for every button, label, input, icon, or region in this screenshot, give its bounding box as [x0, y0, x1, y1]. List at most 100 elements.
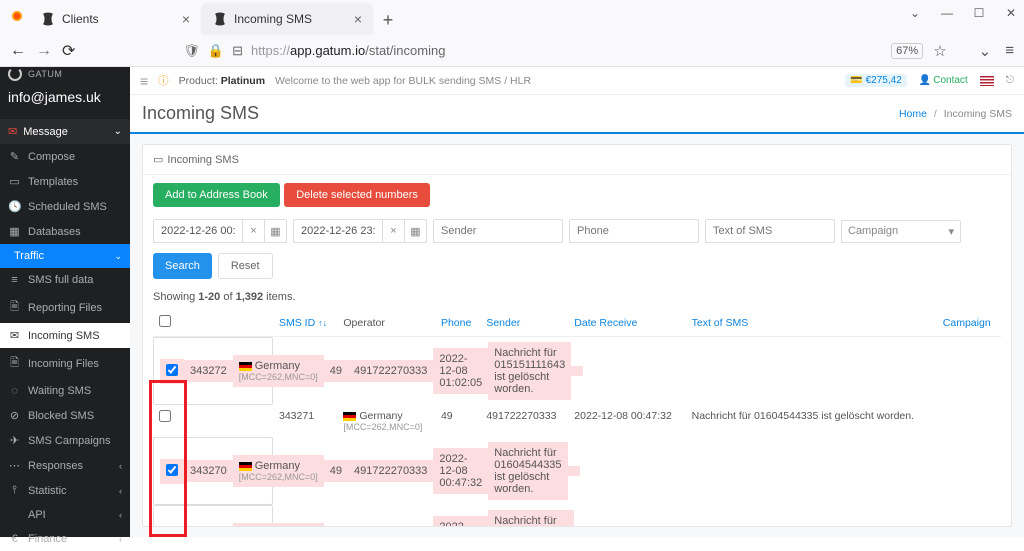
close-window-icon[interactable]: ✕	[1004, 6, 1018, 20]
col-date[interactable]: Date Receive	[568, 309, 685, 337]
text-input[interactable]	[705, 219, 835, 243]
col-smsid[interactable]: SMS ID ↑↓	[273, 309, 337, 337]
campaign-select[interactable]: Campaign▾	[841, 220, 961, 243]
cell-sender: 491722270333	[348, 460, 433, 482]
cell-operator: Germany[MCC=262,MNC=0]	[233, 523, 324, 526]
sidebar-item[interactable]: 🗎Reporting Files	[0, 292, 130, 323]
add-address-book-button[interactable]: Add to Address Book	[153, 183, 280, 207]
cell-sender: 491722270333	[348, 360, 433, 382]
nav-label: Finance	[28, 533, 67, 545]
sidebar-item[interactable]: ▭Templates	[0, 169, 130, 194]
info-icon: ⓘ	[158, 73, 169, 88]
zoom-level[interactable]: 67%	[891, 43, 923, 59]
chevron-left-icon: ‹	[119, 486, 122, 496]
row-checkbox[interactable]	[166, 364, 178, 376]
col-text[interactable]: Text of SMS	[686, 309, 937, 337]
menu-icon[interactable]: ≡	[1005, 42, 1014, 59]
tab-incoming-sms[interactable]: Incoming SMS ×	[202, 4, 372, 34]
clear-icon[interactable]: ×	[243, 219, 265, 243]
col-phone[interactable]: Phone	[435, 309, 480, 337]
nav-label: Templates	[28, 176, 78, 188]
brand-label: GATUM	[28, 69, 62, 79]
sidebar-item[interactable]: ✉Incoming SMS	[0, 323, 130, 348]
sidebar-item[interactable]: €Finance‹	[0, 527, 130, 551]
nav-bar: ← → ⟳ 🛡 🔒 ⊟ https://app.gatum.io/stat/in…	[0, 34, 1024, 67]
sidebar-item[interactable]: ⋯Responses‹	[0, 453, 130, 478]
nav-traffic-header[interactable]: Traffic ⌄	[0, 244, 130, 268]
minimize-icon[interactable]: ―	[940, 6, 954, 20]
welcome-text: Welcome to the web app for BULK sending …	[275, 75, 531, 87]
sidebar-item[interactable]: ⫯Statistic‹	[0, 478, 130, 503]
cell-date: 2022-12-07 18:45:05	[433, 516, 488, 526]
new-tab-button[interactable]: +	[374, 6, 402, 34]
nav-icon: €	[8, 533, 21, 545]
sidebar: GATUM info@james.uk ✉ Message ⌄ ✎Compose…	[0, 67, 130, 537]
forward-icon[interactable]: →	[36, 42, 52, 60]
flag-icon[interactable]	[980, 76, 994, 86]
row-checkbox[interactable]	[166, 464, 178, 476]
nav-message-header[interactable]: ✉ Message ⌄	[0, 119, 130, 144]
sort-icon: ↑↓	[318, 318, 327, 328]
flag-de-icon	[239, 462, 252, 471]
maximize-icon[interactable]: ☐	[972, 6, 986, 20]
nav-icon: ⋯	[8, 459, 21, 472]
sidebar-item[interactable]: ✈SMS Campaigns	[0, 428, 130, 453]
cell-date: 2022-12-08 00:47:32	[568, 405, 685, 437]
phone-input[interactable]	[569, 219, 699, 243]
reload-icon[interactable]: ⟳	[62, 41, 75, 61]
shield-icon: 🛡	[183, 43, 200, 59]
chevron-left-icon: ‹	[119, 461, 122, 471]
search-button[interactable]: Search	[153, 253, 212, 279]
sender-input[interactable]	[433, 219, 563, 243]
nav-icon: ✎	[8, 150, 21, 163]
col-operator[interactable]: Operator	[337, 309, 435, 337]
logout-icon[interactable]: ⎋	[1006, 74, 1014, 87]
sidebar-item[interactable]: 🗎Incoming Files	[0, 348, 130, 379]
crumb-home[interactable]: Home	[899, 108, 927, 120]
sidebar-item[interactable]: ✎ Compose	[0, 144, 130, 169]
back-icon[interactable]: ←	[10, 42, 26, 60]
cell-text: Nachricht für 01604544335 ist gelöscht w…	[488, 442, 567, 500]
reset-button[interactable]: Reset	[218, 253, 273, 279]
nav-icon: ✉	[8, 329, 21, 342]
menu-icon[interactable]: ≡	[140, 73, 148, 89]
col-campaign[interactable]: Campaign	[937, 309, 1001, 337]
close-icon[interactable]: ×	[354, 11, 362, 27]
pocket-icon[interactable]: ⌄	[979, 42, 992, 60]
cell-date: 2022-12-08 00:47:32	[433, 448, 488, 494]
date-from-input[interactable]	[153, 219, 243, 243]
logo-icon	[8, 67, 22, 81]
sidebar-item[interactable]: API‹	[0, 503, 130, 527]
sidebar-item[interactable]: ▦Databases	[0, 219, 130, 244]
nav-label: Traffic	[8, 250, 44, 262]
contact-link[interactable]: 👤 Contact	[919, 75, 968, 86]
filters: × ▦ × ▦ Campaign▾	[153, 219, 1001, 243]
row-checkbox[interactable]	[159, 410, 171, 422]
nav-label: Reporting Files	[28, 302, 102, 314]
clear-icon[interactable]: ×	[383, 219, 405, 243]
url: https://app.gatum.io/stat/incoming	[251, 43, 445, 58]
summary: Showing 1-20 of 1,392 items.	[153, 291, 1001, 303]
cell-text: Nachricht für 015204028818 ist gelöscht …	[488, 510, 573, 526]
sidebar-item[interactable]: ≡SMS full data	[0, 268, 130, 292]
delete-selected-button[interactable]: Delete selected numbers	[284, 183, 430, 207]
favicon-icon	[40, 11, 56, 27]
col-sender[interactable]: Sender	[480, 309, 568, 337]
nav-label: API	[28, 509, 46, 521]
close-icon[interactable]: ×	[182, 11, 190, 27]
cell-text: Nachricht für 01604544335 ist gelöscht w…	[686, 405, 937, 437]
balance-badge[interactable]: 💳 €275,42	[845, 74, 906, 87]
calendar-icon[interactable]: ▦	[405, 219, 427, 243]
chevron-down-icon[interactable]: ⌄	[908, 6, 922, 20]
sidebar-item[interactable]: ◌Waiting SMS	[0, 379, 130, 403]
date-to-input[interactable]	[293, 219, 383, 243]
bookmark-icon[interactable]: ☆	[933, 42, 946, 60]
tab-clients[interactable]: Clients ×	[30, 4, 200, 34]
calendar-icon[interactable]: ▦	[265, 219, 287, 243]
nav-label: Compose	[28, 151, 75, 163]
sidebar-item[interactable]: 🕓Scheduled SMS	[0, 194, 130, 219]
sidebar-item[interactable]: ⊘Blocked SMS	[0, 403, 130, 428]
select-all-checkbox[interactable]	[159, 315, 171, 327]
address-bar[interactable]: 🛡 🔒 ⊟ https://app.gatum.io/stat/incoming	[175, 43, 881, 59]
nav-label: Databases	[28, 226, 81, 238]
